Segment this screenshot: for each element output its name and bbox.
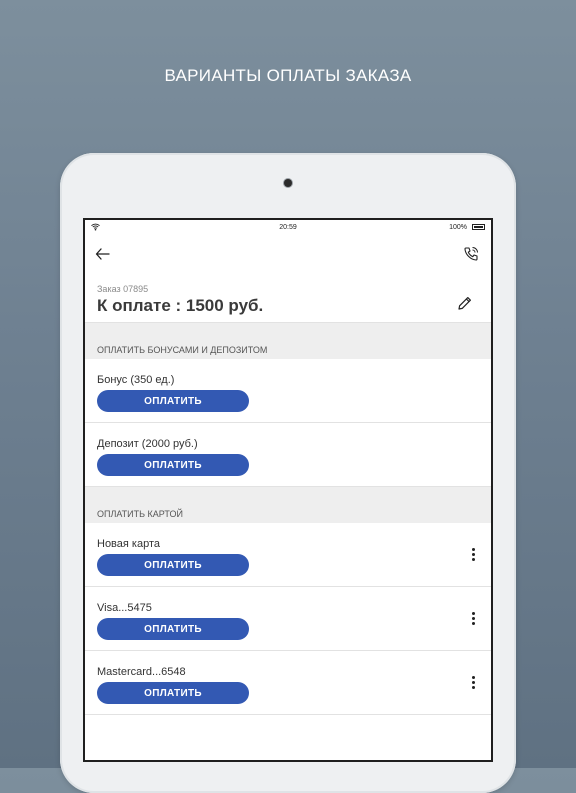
front-camera [284,179,292,187]
more-vertical-icon[interactable] [471,548,475,562]
order-number: Заказ 07895 [97,284,149,294]
payment-option-label: Бонус (350 ед.) [97,374,175,386]
status-time: 20:59 [279,224,297,231]
status-bar: 20:59 100% [85,220,491,236]
more-vertical-icon[interactable] [471,612,475,626]
payment-option-deposit: Депозит (2000 руб.) ОПЛАТИТЬ [85,423,491,487]
payment-option-label: Депозит (2000 руб.) [97,438,198,450]
payment-option-label: Visa...5475 [97,602,152,614]
app-toolbar [85,236,491,274]
battery-percent: 100% [449,224,467,231]
phone-icon[interactable] [463,246,479,262]
pay-button[interactable]: ОПЛАТИТЬ [97,618,249,640]
pencil-icon[interactable] [457,295,473,311]
payment-option-label: Mastercard...6548 [97,666,186,678]
payment-option-bonus: Бонус (350 ед.) ОПЛАТИТЬ [85,359,491,423]
amount-due: К оплате : 1500 руб. [97,296,264,315]
more-vertical-icon[interactable] [471,676,475,690]
payment-option-visa: Visa...5475 ОПЛАТИТЬ [85,587,491,651]
payment-option-label: Новая карта [97,538,160,550]
payment-option-new-card: Новая карта ОПЛАТИТЬ [85,523,491,587]
pay-button[interactable]: ОПЛАТИТЬ [97,682,249,704]
section-header-bonus-deposit: ОПЛАТИТЬ БОНУСАМИ И ДЕПОЗИТОМ [85,323,491,359]
promo-headline: ВАРИАНТЫ ОПЛАТЫ ЗАКАЗА [164,66,412,85]
order-summary: Заказ 07895 К оплате : 1500 руб. [85,274,491,323]
pay-button[interactable]: ОПЛАТИТЬ [97,390,249,412]
back-arrow-icon[interactable] [95,246,111,262]
payment-option-mastercard: Mastercard...6548 ОПЛАТИТЬ [85,651,491,715]
section-header-card: ОПЛАТИТЬ КАРТОЙ [85,487,491,523]
pay-button[interactable]: ОПЛАТИТЬ [97,454,249,476]
battery-icon [472,224,485,230]
app-screen: 20:59 100% Заказ 07895 К оплате : 1500 р… [83,218,493,762]
pay-button[interactable]: ОПЛАТИТЬ [97,554,249,576]
